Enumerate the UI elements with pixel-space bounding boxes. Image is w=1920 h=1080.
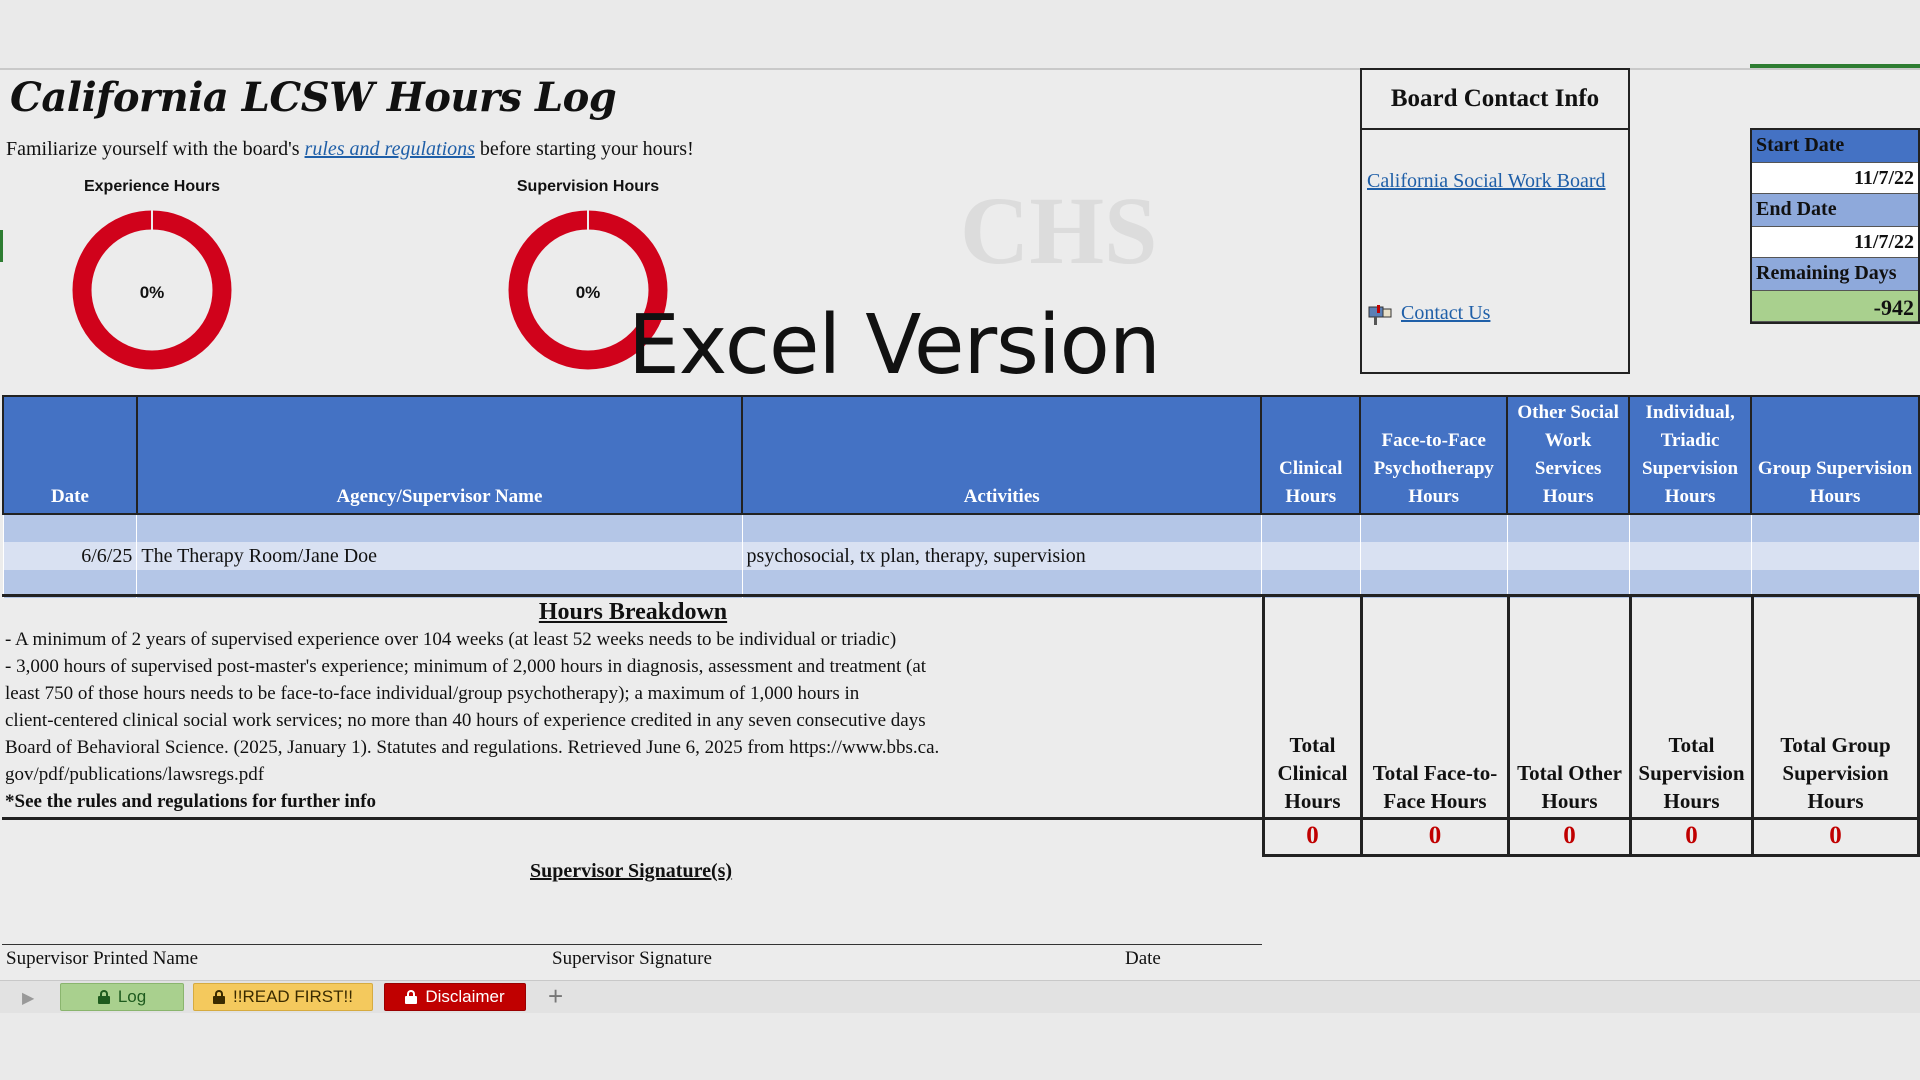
cell-date[interactable]: 6/6/25 <box>2 542 138 570</box>
cell[interactable] <box>1750 542 1920 570</box>
total-group-supervision-label: Total Group Supervision Hours <box>1751 594 1920 820</box>
header-other-social-work[interactable]: Other Social Work Services Hours <box>1506 395 1631 515</box>
total-clinical-label: Total Clinical Hours <box>1262 594 1363 820</box>
tab-log[interactable]: Log <box>60 983 184 1011</box>
mailbox-icon <box>1367 303 1393 325</box>
total-clinical-value: 0 <box>1262 820 1363 857</box>
cell[interactable] <box>1359 542 1508 570</box>
remaining-days-value: -942 <box>1752 290 1918 322</box>
row-marker <box>0 230 3 262</box>
contact-us-label: Contact Us <box>1401 302 1491 324</box>
table-row <box>2 514 1920 542</box>
date-label: Date <box>1125 948 1161 969</box>
total-supervision-value: 0 <box>1629 820 1754 857</box>
breakdown-note: *See the rules and regulations for furth… <box>5 791 377 812</box>
remaining-days-label: Remaining Days <box>1752 258 1918 290</box>
signature-label: Supervisor Signature <box>552 948 712 969</box>
cell[interactable] <box>2 514 138 542</box>
cell[interactable] <box>136 514 743 542</box>
breakdown-line: Board of Behavioral Science. (2025, Janu… <box>5 737 940 758</box>
cell[interactable] <box>1750 514 1920 542</box>
signature-line <box>2 944 1262 945</box>
header-individual-supervision[interactable]: Individual, Triadic Supervision Hours <box>1628 395 1753 515</box>
ghost-logo: CHS <box>960 177 1158 284</box>
cell[interactable] <box>1506 542 1630 570</box>
cell[interactable] <box>1359 514 1508 542</box>
tab-label: Log <box>117 987 147 1006</box>
breakdown-line: client-centered clinical social work ser… <box>5 710 926 731</box>
date-panel: Start Date 11/7/22 End Date 11/7/22 Rema… <box>1750 128 1920 324</box>
total-supervision-label: Total Supervision Hours <box>1629 594 1754 820</box>
contact-us-link[interactable]: Contact Us <box>1367 302 1490 325</box>
lock-icon <box>405 990 418 1004</box>
start-date-label: Start Date <box>1752 130 1918 162</box>
cell-activities[interactable]: psychosocial, tx plan, therapy, supervis… <box>741 542 1262 570</box>
add-sheet-icon[interactable]: + <box>548 981 563 1012</box>
hours-log-table: Date Agency/Supervisor Name Activities C… <box>2 395 1920 598</box>
page-title: California LCSW Hours Log <box>10 74 617 121</box>
board-contact-box: Board Contact Info California Social Wor… <box>1360 68 1630 374</box>
total-face-to-face-label: Total Face-to-Face Hours <box>1360 594 1510 820</box>
cell[interactable] <box>741 514 1262 542</box>
total-other-label: Total Other Hours <box>1507 594 1632 820</box>
tab-label: !!READ FIRST!! <box>233 987 353 1006</box>
gauge-percent: 0% <box>139 283 165 302</box>
selection-marker <box>1750 64 1920 68</box>
breakdown-line: gov/pdf/publications/lawsregs.pdf <box>5 764 265 785</box>
header-activities[interactable]: Activities <box>741 395 1263 515</box>
tab-label: Disclaimer <box>425 987 505 1006</box>
cell[interactable] <box>1628 514 1752 542</box>
breakdown-line: least 750 of those hours needs to be fac… <box>5 683 860 704</box>
cell-agency[interactable]: The Therapy Room/Jane Doe <box>136 542 743 570</box>
lock-icon <box>97 990 110 1004</box>
gauge-label: Experience Hours <box>83 178 221 195</box>
end-date-label: End Date <box>1752 194 1918 226</box>
header-group-supervision[interactable]: Group Supervision Hours <box>1750 395 1920 515</box>
breakdown-title: Hours Breakdown <box>538 599 728 625</box>
lock-icon <box>213 990 226 1004</box>
total-face-to-face-value: 0 <box>1360 820 1510 857</box>
header-face-to-face[interactable]: Face-to-Face Psychotherapy Hours <box>1359 395 1509 515</box>
rules-link[interactable]: rules and regulations <box>305 138 475 160</box>
header-clinical[interactable]: Clinical Hours <box>1260 395 1362 515</box>
total-group-supervision-value: 0 <box>1751 820 1920 857</box>
printed-name-label: Supervisor Printed Name <box>6 948 199 969</box>
cell[interactable] <box>1628 542 1752 570</box>
excel-version-overlay: Excel Version <box>628 298 1161 393</box>
experience-gauge: Experience Hours 0% <box>67 178 237 370</box>
board-title: Board Contact Info <box>1362 70 1628 130</box>
breakdown-line: - A minimum of 2 years of supervised exp… <box>5 629 897 650</box>
breakdown-line: - 3,000 hours of supervised post-master'… <box>5 656 927 677</box>
tab-read-first[interactable]: !!READ FIRST!! <box>193 983 373 1011</box>
cell[interactable] <box>1506 514 1630 542</box>
board-link[interactable]: California Social Work Board <box>1367 170 1606 193</box>
cell[interactable] <box>1260 514 1361 542</box>
header-date[interactable]: Date <box>2 395 138 515</box>
scroll-tabs-arrow-icon[interactable]: ▶ <box>22 988 34 1008</box>
start-date-cell[interactable]: 11/7/22 <box>1752 162 1918 194</box>
intro-text: Familiarize yourself with the board's ru… <box>6 138 694 160</box>
header-agency[interactable]: Agency/Supervisor Name <box>135 395 744 515</box>
tab-disclaimer[interactable]: Disclaimer <box>384 983 526 1011</box>
hours-breakdown: Hours Breakdown - A minimum of 2 years o… <box>2 594 1264 820</box>
table-row: 6/6/25 The Therapy Room/Jane Doe psychos… <box>2 542 1920 570</box>
total-other-value: 0 <box>1507 820 1632 857</box>
cell[interactable] <box>1260 542 1361 570</box>
end-date-cell[interactable]: 11/7/22 <box>1752 226 1918 258</box>
gauge-label: Supervision Hours <box>516 178 660 195</box>
sheet-tab-bar: ▶ Log !!READ FIRST!! Disclaimer + <box>0 980 1920 1013</box>
signature-title: Supervisor Signature(s) <box>530 860 733 882</box>
